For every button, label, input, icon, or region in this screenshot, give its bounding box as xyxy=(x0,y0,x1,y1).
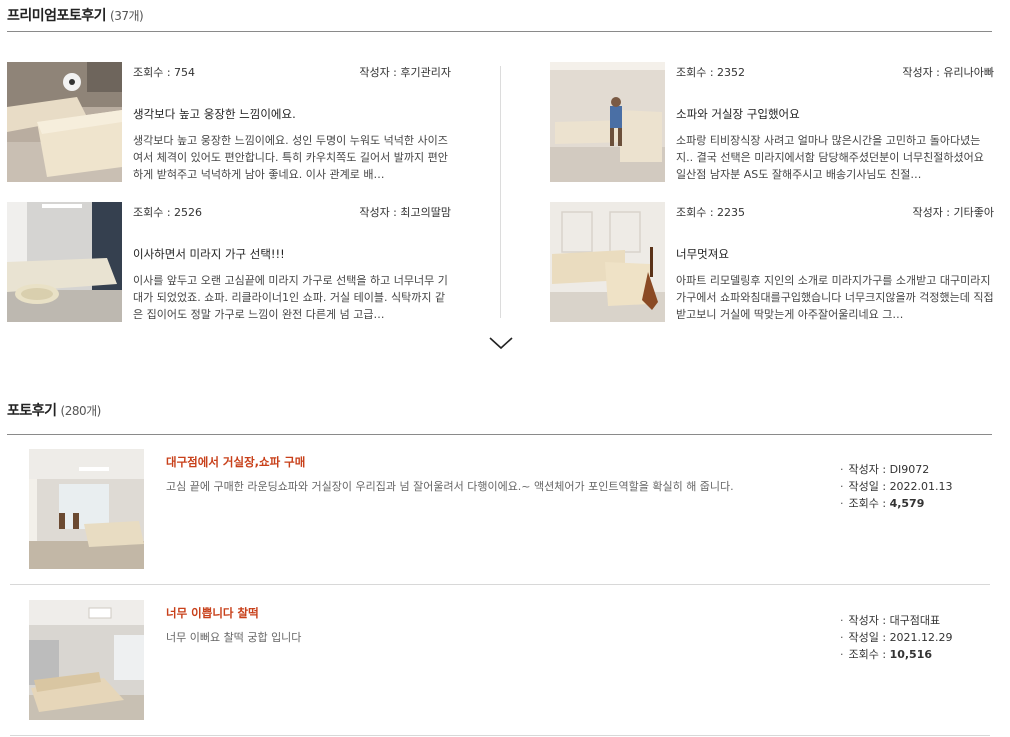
author: 작성자 : 기타좋아 xyxy=(912,206,994,219)
review-photo[interactable] xyxy=(29,449,144,569)
review-photo[interactable] xyxy=(7,62,122,182)
premium-review-card[interactable]: 조회수 : 2352 작성자 : 유리나아빠 소파와 거실장 구입했어요 소파랑… xyxy=(550,62,994,182)
post-date: 2021.12.29 xyxy=(889,631,953,644)
photo-count: (280개) xyxy=(60,404,102,418)
review-title[interactable]: 이사하면서 미라지 가구 선택!!! xyxy=(133,246,451,262)
row-divider xyxy=(10,735,990,736)
premium-review-card[interactable]: 조회수 : 2235 작성자 : 기타좋아 너무멋져요 아파트 리모델링후 지인… xyxy=(550,202,994,322)
author: 작성자 : 후기관리자 xyxy=(359,66,451,79)
premium-section-title: 프리미엄포토후기 (37개) xyxy=(7,5,144,25)
review-excerpt: 고심 끝에 구매한 라운딩쇼파와 거실장이 우리집과 넘 잘어울려서 다행이에요… xyxy=(166,480,734,493)
author-label: 작성자 : xyxy=(848,463,890,476)
review-info: 작성자 : DI9072 작성일 : 2022.01.13 조회수 : 4,57… xyxy=(840,461,953,512)
list-item[interactable]: 너무 이쁩니다 찰떡 너무 이뻐요 찰떡 궁합 입니다 작성자 : 대구점대표 … xyxy=(10,587,990,737)
photo-section-title: 포토후기 (280개) xyxy=(7,400,101,420)
view-count: 10,516 xyxy=(889,648,933,661)
row-divider xyxy=(10,584,990,585)
author-line: 작성자 : DI9072 xyxy=(840,461,953,478)
views-label: 조회수 : xyxy=(848,497,890,510)
author: 작성자 : 최고의딸맘 xyxy=(359,206,451,219)
photo-divider xyxy=(7,434,992,435)
review-meta: 조회수 : 2352 작성자 : 유리나아빠 xyxy=(676,64,994,79)
column-divider xyxy=(500,66,501,318)
view-count: 4,579 xyxy=(889,497,925,510)
review-photo[interactable] xyxy=(7,202,122,322)
author-label: 작성자 : xyxy=(848,614,890,627)
review-photo[interactable] xyxy=(29,600,144,720)
photo-title-label: 포토후기 xyxy=(7,403,57,419)
review-excerpt: 생각보다 높고 웅장한 느낌이에요. 성인 두명이 누워도 넉넉한 사이즈여서 … xyxy=(133,134,448,181)
chevron-down-icon[interactable] xyxy=(489,334,513,352)
author: DI9072 xyxy=(889,463,930,476)
review-excerpt: 이사를 앞두고 오랜 고심끝에 미라지 가구로 선택을 하고 너무너무 기대가 … xyxy=(133,274,448,321)
views-line: 조회수 : 4,579 xyxy=(840,495,953,512)
view-count: 조회수 : 2352 xyxy=(676,66,746,79)
review-meta: 조회수 : 2235 작성자 : 기타좋아 xyxy=(676,204,994,219)
premium-title-label: 프리미엄포토후기 xyxy=(7,8,107,24)
author-line: 작성자 : 대구점대표 xyxy=(840,612,953,629)
view-count: 조회수 : 2526 xyxy=(133,206,203,219)
review-meta: 조회수 : 2526 작성자 : 최고의딸맘 xyxy=(133,204,451,219)
author: 작성자 : 유리나아빠 xyxy=(902,66,994,79)
review-title-link[interactable]: 대구점에서 거실장,쇼파 구매 xyxy=(166,454,305,470)
review-excerpt: 아파트 리모델링후 지인의 소개로 미라지가구를 소개받고 대구미라지가구에서 … xyxy=(676,274,994,321)
review-excerpt: 너무 이뻐요 찰떡 궁합 입니다 xyxy=(166,631,302,644)
review-title[interactable]: 생각보다 높고 웅장한 느낌이에요. xyxy=(133,106,451,122)
review-photo[interactable] xyxy=(550,202,665,322)
review-photo[interactable] xyxy=(550,62,665,182)
views-line: 조회수 : 10,516 xyxy=(840,646,953,663)
date-line: 작성일 : 2021.12.29 xyxy=(840,629,953,646)
review-meta: 조회수 : 754 작성자 : 후기관리자 xyxy=(133,64,451,79)
premium-review-card[interactable]: 조회수 : 2526 작성자 : 최고의딸맘 이사하면서 미라지 가구 선택!!… xyxy=(7,202,451,322)
author: 대구점대표 xyxy=(889,614,941,627)
premium-review-card[interactable]: 조회수 : 754 작성자 : 후기관리자 생각보다 높고 웅장한 느낌이에요.… xyxy=(7,62,451,182)
premium-divider xyxy=(7,31,992,32)
review-title[interactable]: 소파와 거실장 구입했어요 xyxy=(676,106,994,122)
date-label: 작성일 : xyxy=(848,631,890,644)
review-info: 작성자 : 대구점대표 작성일 : 2021.12.29 조회수 : 10,51… xyxy=(840,612,953,663)
review-title[interactable]: 너무멋져요 xyxy=(676,246,994,262)
date-label: 작성일 : xyxy=(848,480,890,493)
view-count: 조회수 : 2235 xyxy=(676,206,746,219)
date-line: 작성일 : 2022.01.13 xyxy=(840,478,953,495)
post-date: 2022.01.13 xyxy=(889,480,953,493)
review-title-link[interactable]: 너무 이쁩니다 찰떡 xyxy=(166,605,259,621)
views-label: 조회수 : xyxy=(848,648,890,661)
view-count: 조회수 : 754 xyxy=(133,66,196,79)
list-item[interactable]: 대구점에서 거실장,쇼파 구매 고심 끝에 구매한 라운딩쇼파와 거실장이 우리… xyxy=(10,436,990,586)
review-excerpt: 소파랑 티비장식장 사려고 얼마나 많은시간을 고민하고 돌아다녔는지.. 결국… xyxy=(676,134,984,181)
premium-count: (37개) xyxy=(110,9,144,23)
